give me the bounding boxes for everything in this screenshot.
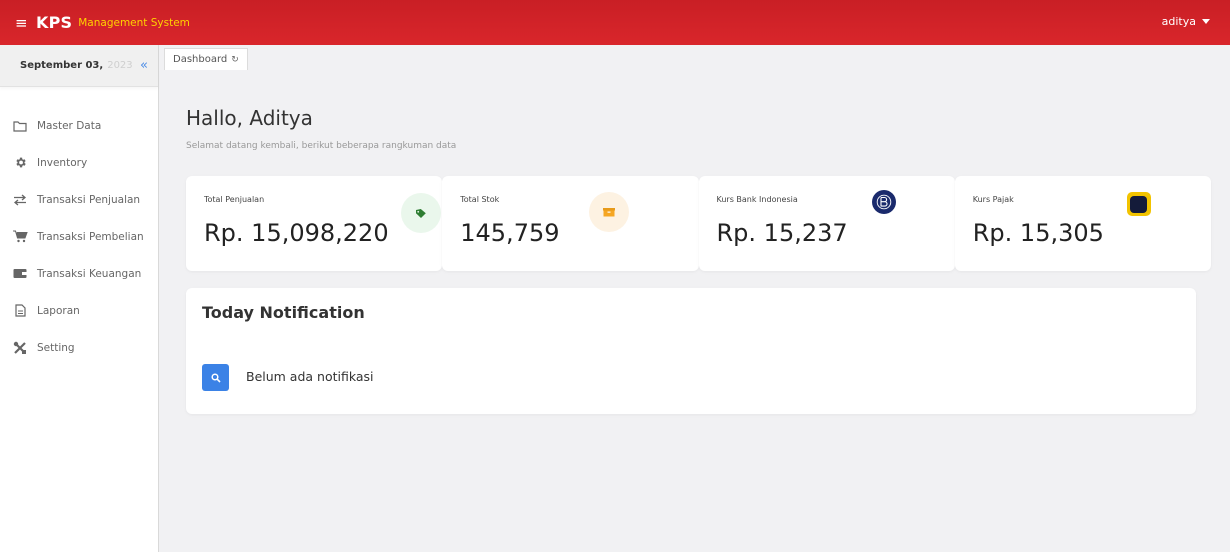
refresh-icon[interactable]: ↻ (231, 55, 239, 65)
sidebar-item-label: Transaksi Penjualan (37, 193, 141, 206)
tools-icon (11, 341, 29, 355)
tab-dashboard[interactable]: Dashboard ↻ (164, 48, 248, 70)
brand-subtitle: Management System (78, 16, 190, 29)
stat-value: 145,759 (460, 219, 560, 247)
sidebar-item-label: Master Data (37, 119, 102, 132)
sidebar-item-label: Laporan (37, 304, 80, 317)
swap-icon (11, 193, 29, 207)
user-name: aditya (1161, 15, 1196, 28)
date-year: 2023 (107, 60, 133, 71)
date-main: September 03, (20, 60, 104, 71)
notification-panel: Today Notification Belum ada notifikasi (186, 288, 1196, 414)
notification-empty-text: Belum ada notifikasi (246, 369, 374, 384)
stat-card-kurs-pajak: Kurs Pajak Rp. 15,305 (954, 176, 1211, 271)
stat-label: Kurs Bank Indonesia (716, 195, 798, 204)
cart-icon (11, 230, 29, 244)
sidebar: September 03, 2023 « Master Data Invento… (0, 45, 159, 552)
sidebar-item-master-data[interactable]: Master Data (0, 107, 158, 144)
search-icon (210, 372, 221, 383)
stat-value: Rp. 15,237 (716, 219, 848, 247)
stat-card-kurs-bank-indonesia: Kurs Bank Indonesia Rp. 15,237 (698, 176, 955, 271)
sidebar-item-setting[interactable]: Setting (0, 329, 158, 366)
caret-down-icon (1202, 19, 1210, 24)
stat-card-total-penjualan: Total Penjualan Rp. 15,098,220 (186, 176, 443, 271)
sidebar-item-laporan[interactable]: Laporan (0, 292, 158, 329)
sidebar-item-label: Transaksi Keuangan (37, 267, 142, 280)
sidebar-item-inventory[interactable]: Inventory (0, 144, 158, 181)
wallet-icon (11, 267, 29, 281)
tab-bar: Dashboard ↻ (159, 45, 1230, 71)
gear-icon (11, 156, 29, 170)
box-icon (589, 192, 630, 232)
sidebar-item-label: Setting (37, 341, 75, 354)
brand-logo[interactable]: KPS (36, 13, 72, 32)
stats-row: Total Penjualan Rp. 15,098,220 Total Sto… (186, 176, 1211, 271)
sidebar-item-transaksi-pembelian[interactable]: Transaksi Pembelian (0, 218, 158, 255)
sidebar-item-transaksi-penjualan[interactable]: Transaksi Penjualan (0, 181, 158, 218)
bank-indonesia-logo-icon (871, 190, 896, 214)
stat-label: Total Penjualan (204, 195, 265, 204)
user-menu[interactable]: aditya (1162, 15, 1210, 28)
tag-icon (401, 193, 441, 233)
sidebar-menu: Master Data Inventory Transaksi Penjuala… (0, 107, 158, 366)
stat-card-total-stok: Total Stok 145,759 (442, 176, 699, 271)
page-subtitle: Selamat datang kembali, berikut beberapa… (186, 141, 457, 151)
tab-label: Dashboard (173, 54, 228, 65)
stat-value: Rp. 15,305 (972, 219, 1104, 247)
document-icon (11, 304, 29, 318)
tax-logo-icon (1126, 192, 1151, 216)
stat-label: Total Stok (460, 195, 500, 204)
page-title: Hallo, Aditya (186, 106, 313, 130)
collapse-sidebar-icon[interactable]: « (140, 58, 148, 73)
menu-icon[interactable]: ≡ (15, 14, 29, 32)
top-header: ≡ KPS Management System aditya (0, 0, 1230, 45)
sidebar-item-transaksi-keuangan[interactable]: Transaksi Keuangan (0, 255, 158, 292)
folder-icon (11, 119, 29, 133)
sidebar-item-label: Inventory (37, 156, 88, 169)
stat-label: Kurs Pajak (972, 195, 1014, 204)
search-button[interactable] (202, 364, 229, 391)
notification-title: Today Notification (202, 303, 365, 322)
stat-value: Rp. 15,098,220 (204, 219, 389, 247)
date-display: September 03, 2023 (0, 45, 158, 87)
sidebar-item-label: Transaksi Pembelian (37, 230, 144, 243)
